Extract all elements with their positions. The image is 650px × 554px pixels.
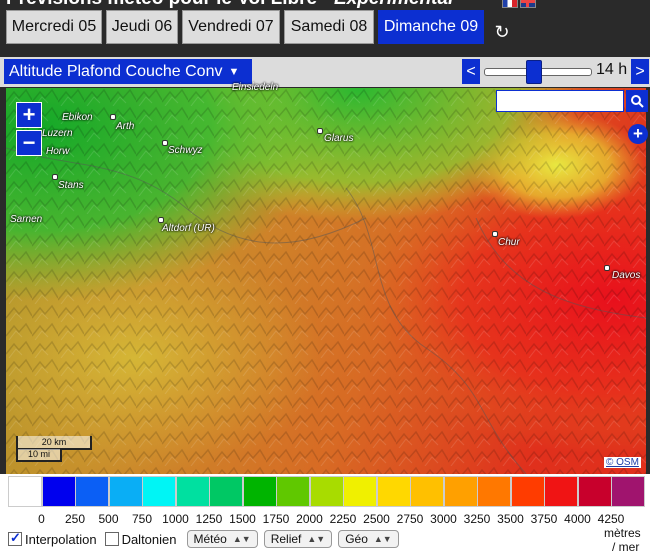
hour-label: 14 h: [596, 61, 628, 78]
map-controls: Interpolation Daltonien Météo ▲▼ Relief ▲▼…: [8, 528, 399, 550]
legend-tick-label: 0: [38, 512, 45, 526]
interpolation-checkbox[interactable]: [8, 530, 22, 546]
chevron-down-icon: ▼: [228, 65, 240, 78]
updown-icon: ▲▼: [307, 534, 326, 544]
legend-tick-label: 1500: [229, 512, 256, 526]
uk-flag-icon[interactable]: [520, 0, 536, 8]
legend-tick-label: 1750: [262, 512, 290, 526]
town-marker: [317, 128, 323, 134]
legend-swatch: [276, 476, 310, 507]
legend-swatch: [544, 476, 578, 507]
legend-swatch: [410, 476, 444, 507]
updown-icon: ▲▼: [232, 534, 251, 544]
place-einsiedeln: Einsiedeln: [232, 82, 279, 93]
legend-swatch: [209, 476, 243, 507]
legend-swatch: [477, 476, 511, 507]
place-stans: Stans: [58, 180, 84, 191]
geo-label: Géo: [345, 532, 368, 546]
tab-samedi[interactable]: Samedi 08: [284, 10, 374, 44]
meteo-select[interactable]: Météo ▲▼: [186, 530, 258, 548]
place-luzern: Luzern: [42, 128, 73, 139]
legend-tick-label: 750: [131, 512, 153, 526]
legend-tick-label: 2500: [363, 512, 390, 526]
legend-swatch: [75, 476, 109, 507]
legend-tick-label: 3000: [430, 512, 457, 526]
legend-swatch: [108, 476, 143, 507]
parameter-select[interactable]: Altitude Plafond Couche Conv ▼: [4, 59, 252, 84]
tab-jeudi[interactable]: Jeudi 06: [106, 10, 178, 44]
legend-unit-line2: / mer: [612, 540, 640, 554]
search-icon: [631, 95, 644, 108]
interpolation-label: Interpolation: [25, 531, 97, 547]
legend-swatch: [611, 476, 645, 507]
legend-swatch: [175, 476, 210, 507]
next-hour-button[interactable]: >: [631, 59, 649, 84]
title-text: Prévisions météo pour le Vol Libre -: [6, 0, 334, 9]
legend-tick-label: 4250: [597, 512, 625, 526]
map-search-input[interactable]: [496, 90, 624, 112]
refresh-icon[interactable]: ↻: [492, 22, 512, 42]
legend-tick-label: 3250: [463, 512, 491, 526]
legend-tick-label: 1000: [162, 512, 189, 526]
legend-tick-label: 2000: [296, 512, 323, 526]
search-button[interactable]: [626, 90, 648, 112]
parameter-label: Altitude Plafond Couche Conv: [9, 62, 223, 80]
legend-tick-label: 2250: [329, 512, 357, 526]
legend-swatch: [376, 476, 411, 507]
legend-tick-label: 3500: [497, 512, 524, 526]
scale-km: 20 km: [16, 436, 92, 450]
town-marker: [110, 114, 116, 120]
page-title: Prévisions météo pour le Vol Libre - Exp…: [6, 0, 453, 10]
place-sarnen: Sarnen: [10, 214, 43, 225]
title-experimental: Expérimental: [334, 0, 453, 9]
legend-tick-label: 3750: [530, 512, 558, 526]
osm-attribution-link[interactable]: © OSM: [604, 457, 641, 468]
legend-swatch: [510, 476, 545, 507]
updown-icon: ▲▼: [373, 534, 392, 544]
place-altdorf: Altdorf (UR): [162, 223, 215, 234]
meteo-label: Météo: [193, 532, 227, 546]
scale-mi: 10 mi: [16, 449, 62, 462]
place-glarus: Glarus: [324, 133, 354, 144]
layers-button[interactable]: +: [628, 124, 648, 144]
town-marker: [604, 265, 610, 271]
geo-select[interactable]: Géo ▲▼: [338, 530, 399, 548]
tab-vendredi[interactable]: Vendredi 07: [182, 10, 280, 44]
legend-tick-label: 500: [98, 512, 119, 526]
place-arth: Arth: [116, 121, 135, 132]
relief-label: Relief: [270, 532, 302, 546]
place-schwyz: Schwyz: [168, 145, 203, 156]
legend-tick-label: 1250: [195, 512, 223, 526]
forecast-map[interactable]: [6, 88, 646, 474]
legend-swatch: [41, 476, 76, 507]
place-horw: Horw: [46, 146, 70, 157]
legend-swatch: [8, 476, 42, 507]
prev-hour-button[interactable]: <: [462, 59, 480, 84]
french-flag-icon[interactable]: [502, 0, 518, 8]
relief-select[interactable]: Relief ▲▼: [263, 530, 333, 548]
daltonien-label: Daltonien: [121, 531, 177, 547]
place-ebikon: Ebikon: [62, 112, 93, 123]
legend-swatch: [242, 476, 277, 507]
legend-tick-label: 4000: [564, 512, 591, 526]
legend-tick-label: 250: [64, 512, 86, 526]
zoom-out-button[interactable]: −: [16, 130, 42, 156]
legend-swatch: [577, 476, 612, 507]
zoom-in-button[interactable]: +: [16, 102, 42, 128]
map-scale: 20 km 10 mi: [16, 436, 92, 462]
legend-swatch: [142, 476, 176, 507]
daltonien-checkbox[interactable]: [104, 532, 119, 546]
place-chur: Chur: [498, 237, 520, 248]
legend-tick-label: 2750: [396, 512, 424, 526]
place-davos: Davos: [612, 270, 641, 281]
legend-swatch: [343, 476, 377, 507]
legend-unit-line1: mètres: [604, 526, 641, 540]
legend-swatch: [309, 476, 344, 507]
tab-mercredi[interactable]: Mercredi 05: [6, 10, 102, 44]
tab-dimanche[interactable]: Dimanche 09: [378, 10, 484, 44]
hour-slider-thumb[interactable]: [526, 60, 543, 84]
legend-swatch: [443, 476, 478, 507]
